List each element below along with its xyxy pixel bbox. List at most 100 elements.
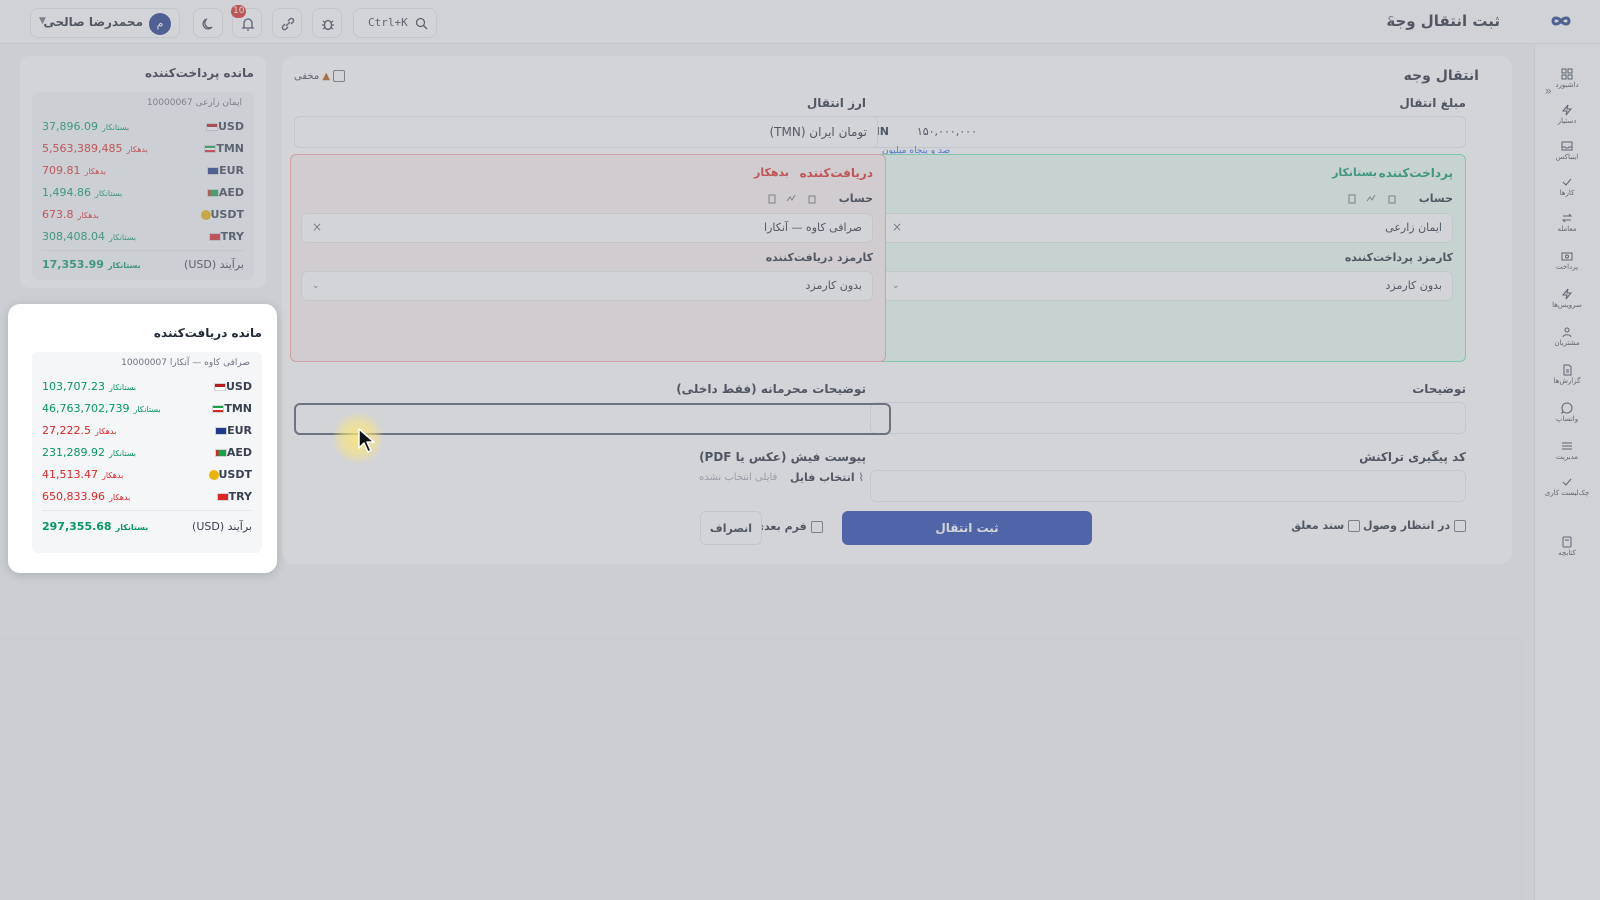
sidebar-item-label: کارها	[1559, 189, 1575, 197]
suspended-doc-toggle[interactable]: سند معلق	[1291, 519, 1360, 532]
notifications-button[interactable]: 10	[231, 5, 262, 38]
divider	[42, 510, 252, 511]
hidden-label: مخفی	[294, 71, 320, 82]
currency-code: TMN	[201, 142, 244, 155]
sidebar-item-label: داشبورد	[1555, 81, 1579, 89]
link-button[interactable]	[272, 8, 302, 38]
balance-value: 46,763,702,739 بستانکار	[42, 402, 161, 415]
help-icon[interactable]: ؟	[1388, 14, 1394, 28]
chevron-down-icon: ▼	[39, 16, 46, 26]
form-title: انتقال وجه	[1403, 68, 1479, 84]
payee-panel: دریافت‌کننده بدهکار حساب صرافی کاوه — آن…	[290, 154, 886, 362]
description-input[interactable]	[870, 402, 1466, 434]
sidebar-item-management[interactable]: مدیریت	[1544, 440, 1590, 461]
currency-code: TMN	[209, 402, 252, 415]
tracking-code-input[interactable]	[870, 470, 1466, 502]
sidebar-item-label: معامله	[1557, 225, 1577, 233]
app-logo[interactable]	[1544, 10, 1578, 32]
balance-value: 231,289.92 بستانکار	[42, 446, 137, 459]
moon-icon	[202, 18, 213, 30]
balance-value: 650,833.96 بدهکار	[42, 490, 131, 503]
check-icon	[1562, 178, 1572, 186]
amount-value: ۱۵۰,۰۰۰,۰۰۰	[916, 125, 977, 138]
search-button[interactable]: Ctrl+K	[353, 8, 437, 38]
payee-balance-list: صرافی کاوه — آنکارا 10000007 USD 103,707…	[32, 352, 262, 553]
choose-file-button[interactable]: ⌇ انتخاب فایل	[790, 471, 864, 484]
payer-account-value: ایمان زارعی	[1385, 221, 1442, 234]
turkey-flag-icon	[208, 233, 221, 241]
pending-receipt-label: در انتظار وصول	[1363, 519, 1451, 532]
sidebar-item-reports[interactable]: گزارش‌ها	[1544, 364, 1590, 385]
balance-value: 1,494.86 بستانکار	[42, 186, 123, 199]
balance-row: TMN 46,763,702,739 بستانکار	[42, 400, 252, 418]
payee-account-select[interactable]: صرافی کاوه — آنکارا ×	[301, 213, 873, 243]
divider	[42, 250, 244, 251]
payer-fee-select[interactable]: بدون کارمزد ⌄	[881, 271, 1453, 301]
currency-select[interactable]: تومان ایران (TMN)	[294, 116, 878, 148]
sidebar-item-tasks[interactable]: کارها	[1544, 176, 1590, 197]
sidebar-item-payment[interactable]: پرداخت	[1544, 250, 1590, 271]
currency-code: TRY	[214, 490, 252, 503]
sidebar-item-assistant[interactable]: دستیار	[1544, 104, 1590, 125]
pending-receipt-toggle[interactable]: در انتظار وصول	[1363, 519, 1466, 532]
sidebar-item-services[interactable]: سرویس‌ها	[1544, 288, 1590, 309]
balance-value: 103,707.23 بستانکار	[42, 380, 137, 393]
next-form-checkbox[interactable]	[810, 521, 823, 533]
mouse-pointer-icon	[358, 428, 375, 453]
exchange-icon	[1561, 213, 1573, 223]
submit-transfer-button[interactable]: ثبت انتقال	[842, 511, 1092, 545]
balance-row: EUR 27,222.5 بدهکار	[42, 422, 252, 440]
sidebar-item-trade[interactable]: معامله	[1544, 212, 1590, 233]
currency-code: EUR	[212, 424, 252, 437]
pending-receipt-checkbox[interactable]	[1454, 520, 1466, 532]
sidebar-item-checklist[interactable]: چک‌لیست کاری	[1544, 476, 1590, 497]
account-action-icons[interactable]	[765, 193, 831, 205]
sidebar-item-customers[interactable]: مشتریان	[1544, 326, 1590, 347]
sidebar-item-dashboard[interactable]: داشبورد	[1544, 68, 1590, 89]
payer-account-select[interactable]: ایمان زارعی ×	[881, 213, 1453, 243]
balance-row: USDT 673.8 بدهکار	[42, 206, 244, 224]
sidebar-item-label: سرویس‌ها	[1552, 301, 1582, 309]
sidebar-item-handbook[interactable]: کتابچه	[1544, 536, 1590, 557]
balance-row: USDT 41,513.47 بدهکار	[42, 466, 252, 484]
sidebar-item-label: مشتریان	[1554, 339, 1580, 347]
sidebar: » داشبورد دستیار اینباکس کارها معامله پر…	[1534, 44, 1600, 900]
sidebar-item-label: چک‌لیست کاری	[1544, 489, 1590, 497]
hidden-toggle[interactable]: ▲ مخفی	[294, 70, 346, 82]
hidden-checkbox[interactable]	[333, 70, 346, 82]
currency-code: EUR	[204, 164, 244, 177]
account-action-icons[interactable]	[1345, 193, 1411, 205]
user-menu[interactable]: م محمدرضا صالحی ▼	[30, 8, 180, 38]
iran-flag-icon	[204, 145, 217, 153]
clear-icon[interactable]: ×	[892, 220, 902, 234]
sidebar-item-whatsapp[interactable]: واتساپ	[1544, 402, 1590, 423]
top-bar: ثبت انتقال وجه ؟ م محمدرضا صالحی ▼ 10 Ct…	[0, 0, 1600, 44]
report-icon	[1563, 364, 1572, 376]
payee-status: بدهکار	[754, 166, 789, 179]
sidebar-item-inbox[interactable]: اینباکس	[1544, 140, 1590, 161]
suspended-doc-checkbox[interactable]	[1348, 520, 1360, 532]
clear-icon[interactable]: ×	[312, 220, 322, 234]
payee-fee-select[interactable]: بدون کارمزد ⌄	[301, 271, 873, 301]
iran-flag-icon	[212, 405, 225, 413]
currency-value: تومان ایران (TMN)	[769, 125, 867, 139]
bolt-icon	[1561, 104, 1573, 116]
total-value: 17,353.99 بستانکار	[42, 258, 141, 271]
bug-report-button[interactable]	[312, 8, 342, 38]
private-notes-input[interactable]	[294, 403, 891, 435]
transfer-form-card: انتقال وجه ▲ مخفی مبلغ انتقال TMN ۱۵۰,۰۰…	[282, 56, 1512, 564]
theme-toggle-button[interactable]	[193, 8, 223, 38]
sidebar-item-label: اینباکس	[1555, 153, 1579, 161]
balance-value: 308,408.04 بستانکار	[42, 230, 137, 243]
currency-code: AED	[212, 446, 252, 459]
uae-flag-icon	[214, 449, 227, 457]
paperclip-icon: ⌇	[858, 471, 864, 484]
payee-balance-panel: مانده دریافت‌کننده صرافی کاوه — آنکارا 1…	[8, 304, 277, 573]
amount-input[interactable]: TMN ۱۵۰,۰۰۰,۰۰۰	[861, 116, 1466, 148]
cancel-button[interactable]: انصراف	[700, 511, 762, 545]
payer-balance-panel: مانده پرداخت‌کننده ایمان زارعی 10000067 …	[20, 56, 266, 288]
sidebar-item-label: مدیریت	[1555, 453, 1579, 461]
inbox-icon	[1561, 141, 1573, 151]
next-form-toggle[interactable]: فرم بعدی	[754, 520, 823, 533]
payer-balance-account: ایمان زارعی 10000067	[146, 98, 242, 108]
